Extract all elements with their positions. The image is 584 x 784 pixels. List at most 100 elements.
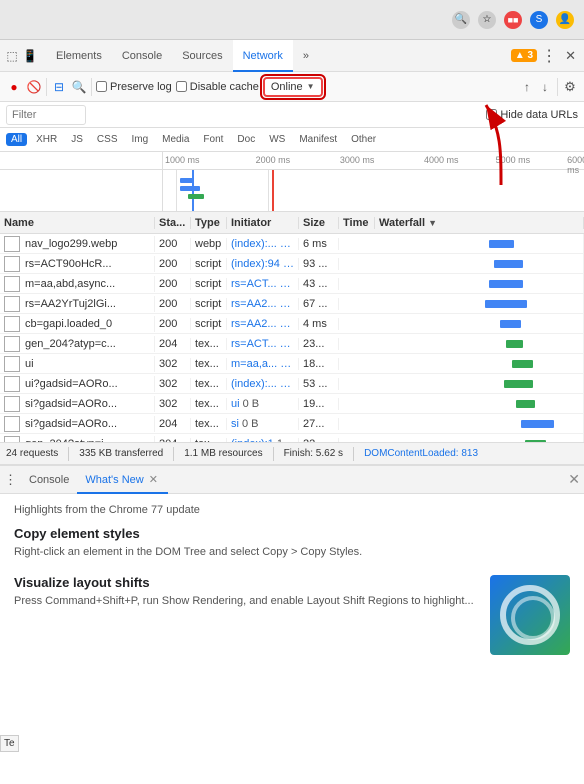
type-filter-all[interactable]: All — [6, 133, 27, 146]
row-checkbox[interactable] — [4, 376, 20, 392]
bottom-panel-menu[interactable]: ⋮ — [4, 472, 17, 488]
filter-input[interactable] — [6, 105, 86, 125]
row-initiator[interactable]: rs=ACT... 40... — [227, 278, 299, 290]
close-whats-new-tab[interactable]: ✕ — [147, 474, 160, 486]
status-bar: 24 requests 335 KB transferred 1.1 MB re… — [0, 442, 584, 464]
tab-more[interactable]: » — [293, 40, 319, 72]
type-filter-media[interactable]: Media — [157, 133, 194, 146]
row-checkbox[interactable] — [4, 256, 20, 272]
table-row[interactable]: m=aa,abd,async... 200 script rs=ACT... 4… — [0, 274, 584, 294]
row-initiator[interactable]: m=aa,a... 60... — [227, 358, 299, 370]
row-initiator[interactable]: rs=AA2... (di... — [227, 318, 299, 330]
col-header-name[interactable]: Name — [0, 217, 155, 229]
col-header-size[interactable]: Size — [299, 217, 339, 229]
timeline-left-space — [0, 170, 163, 212]
filter-button[interactable]: ⊟ — [51, 79, 67, 95]
disable-cache-label[interactable]: Disable cache — [176, 81, 259, 93]
row-checkbox[interactable] — [4, 296, 20, 312]
type-filter-other[interactable]: Other — [346, 133, 381, 146]
tab-sources[interactable]: Sources — [172, 40, 232, 72]
type-filter-manifest[interactable]: Manifest — [294, 133, 342, 146]
table-row[interactable]: cb=gapi.loaded_0 200 script rs=AA2... (d… — [0, 314, 584, 334]
table-row[interactable]: nav_logo299.webp 200 webp (index):... (d… — [0, 234, 584, 254]
domcontent-loaded[interactable]: DOMContentLoaded: 813 — [364, 448, 478, 459]
slack-icon[interactable]: S — [530, 11, 548, 29]
row-initiator[interactable]: si 0 B — [227, 418, 299, 430]
type-filter-img[interactable]: Img — [126, 133, 153, 146]
row-checkbox[interactable] — [4, 316, 20, 332]
tab-elements[interactable]: Elements — [46, 40, 112, 72]
row-status: 200 — [155, 258, 191, 270]
table-row[interactable]: gen_204?atyp=c... 204 tex... rs=ACT... 6… — [0, 334, 584, 354]
row-checkbox[interactable] — [4, 396, 20, 412]
tab-console-bottom[interactable]: Console — [21, 466, 77, 494]
table-row[interactable]: si?gadsid=AORo... 302 tex... ui 0 B 19..… — [0, 394, 584, 414]
toolbar-right: ↑ ↓ ⚙ — [519, 78, 578, 96]
col-header-time[interactable]: Time — [339, 217, 375, 229]
row-initiator[interactable]: rs=AA2... 48... — [227, 298, 299, 310]
row-initiator[interactable]: rs=ACT... 66 B — [227, 338, 299, 350]
upload-download-buttons: ↑ ↓ — [519, 79, 553, 95]
type-filter-js[interactable]: JS — [66, 133, 88, 146]
search-icon[interactable]: 🔍 — [452, 11, 470, 29]
feature-layout-shifts-title: Visualize layout shifts — [14, 575, 570, 590]
settings-button[interactable]: ⚙ — [562, 79, 578, 95]
type-filter-css[interactable]: CSS — [92, 133, 123, 146]
extensions-icon[interactable]: ■■ — [504, 11, 522, 29]
row-initiator[interactable]: ui 0 B — [227, 398, 299, 410]
row-size: 6 ms — [299, 238, 339, 250]
upload-button[interactable]: ↑ — [519, 79, 535, 95]
col-header-initiator[interactable]: Initiator — [227, 217, 299, 229]
close-bottom-panel-button[interactable]: ✕ — [568, 471, 580, 488]
hide-data-urls-label[interactable]: Hide data URLs — [486, 109, 578, 121]
row-checkbox[interactable] — [4, 356, 20, 372]
row-initiator[interactable]: (index):... (di... — [227, 238, 299, 250]
preserve-log-checkbox[interactable] — [96, 81, 107, 92]
table-row[interactable]: gen_204?atyp=i... 204 tex... (index):1 1… — [0, 434, 584, 442]
clear-button[interactable]: 🚫 — [26, 79, 42, 95]
row-status: 200 — [155, 278, 191, 290]
device-icon[interactable]: 📱 — [22, 48, 38, 64]
star-icon[interactable]: ☆ — [478, 11, 496, 29]
hide-data-urls-checkbox[interactable] — [486, 109, 497, 120]
tab-network[interactable]: Network — [233, 40, 293, 72]
row-checkbox[interactable] — [4, 276, 20, 292]
inspect-icon[interactable]: ⬚ — [4, 48, 20, 64]
table-row[interactable]: rs=ACT90oHcR... 200 script (index):94 14… — [0, 254, 584, 274]
more-options-button[interactable]: ⋮ — [541, 46, 557, 66]
table-row[interactable]: ui?gadsid=AORo... 302 tex... (index):...… — [0, 374, 584, 394]
tab-console[interactable]: Console — [112, 40, 172, 72]
type-filter-xhr[interactable]: XHR — [31, 133, 62, 146]
table-row[interactable]: rs=AA2YrTuj2lGi... 200 script rs=AA2... … — [0, 294, 584, 314]
row-waterfall — [375, 334, 584, 354]
table-row[interactable]: si?gadsid=AORo... 204 tex... si 0 B 27..… — [0, 414, 584, 434]
row-initiator[interactable]: (index):... 62... — [227, 378, 299, 390]
transferred-size: 335 KB transferred — [79, 448, 163, 459]
disable-cache-checkbox[interactable] — [176, 81, 187, 92]
online-dropdown[interactable]: Online — [263, 77, 323, 97]
preserve-log-label[interactable]: Preserve log — [96, 81, 172, 93]
download-button[interactable]: ↓ — [537, 79, 553, 95]
close-devtools-button[interactable]: ✕ — [565, 48, 576, 64]
row-size: 43 ... — [299, 278, 339, 290]
profile-icon[interactable]: 👤 — [556, 11, 574, 29]
table-row[interactable]: ui 302 tex... m=aa,a... 60... 18... — [0, 354, 584, 374]
search-button[interactable]: 🔍 — [71, 79, 87, 95]
row-type: tex... — [191, 378, 227, 390]
row-size: 27... — [299, 418, 339, 430]
type-filter-ws[interactable]: WS — [264, 133, 290, 146]
row-checkbox[interactable] — [4, 416, 20, 432]
row-checkbox[interactable] — [4, 336, 20, 352]
row-initiator[interactable]: (index):94 14... — [227, 258, 299, 270]
type-filter-font[interactable]: Font — [198, 133, 228, 146]
feature-copy-styles-title: Copy element styles — [14, 526, 570, 541]
type-filter-doc[interactable]: Doc — [232, 133, 260, 146]
col-header-status[interactable]: Sta... — [155, 217, 191, 229]
devtools-panel: ⬚ 📱 Elements Console Sources Network » ▲… — [0, 40, 584, 784]
record-button[interactable]: ● — [6, 79, 22, 95]
tab-whats-new[interactable]: What's New ✕ — [77, 466, 168, 494]
col-header-type[interactable]: Type — [191, 217, 227, 229]
row-waterfall — [375, 294, 584, 314]
row-checkbox[interactable] — [4, 236, 20, 252]
col-header-waterfall[interactable]: Waterfall ▼ — [375, 217, 584, 229]
